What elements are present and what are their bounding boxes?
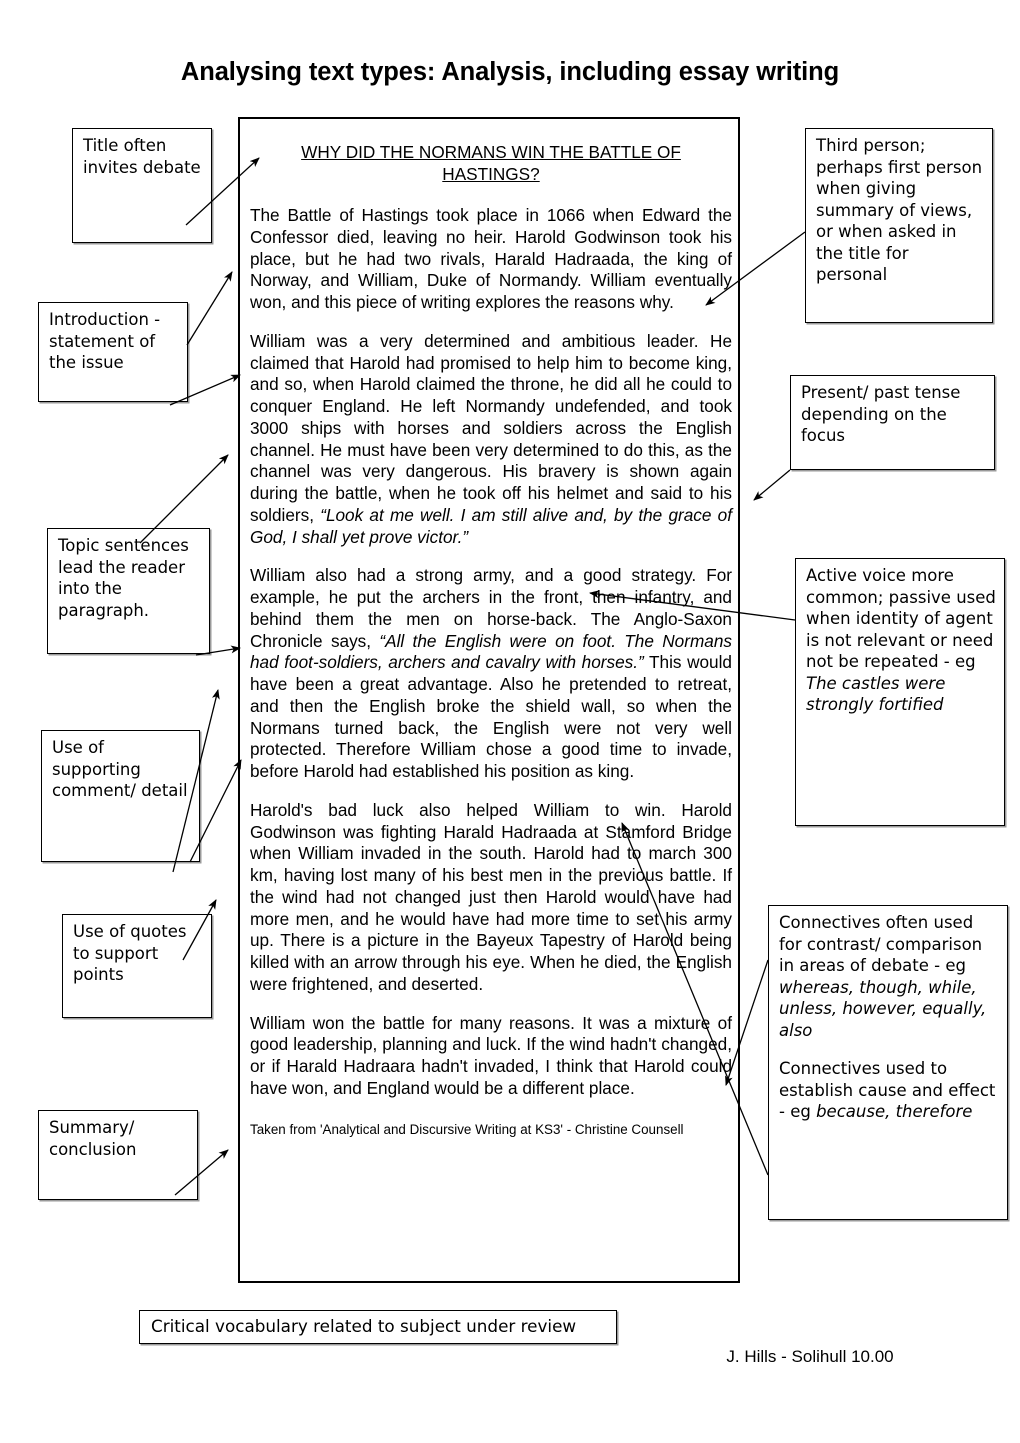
page-title: Analysing text types: Analysis, includin…	[180, 58, 840, 86]
essay-paragraph-3: William also had a strong army, and a go…	[250, 565, 732, 783]
callout-topic-sentences-text: Topic sentences lead the reader into the…	[58, 536, 189, 620]
callout-topic-sentences: Topic sentences lead the reader into the…	[47, 528, 210, 654]
essay-source-attribution: Taken from 'Analytical and Discursive Wr…	[250, 1121, 684, 1137]
callout-active-voice-example: The castles were strongly fortified	[806, 673, 946, 715]
callout-summary-conclusion: Summary/ conclusion	[38, 1110, 198, 1200]
callout-use-of-quotes: Use of quotes to support points	[62, 914, 212, 1018]
callout-active-voice-text: Active voice more common; passive used w…	[806, 566, 996, 672]
essay-sample-frame: WHY DID THE NORMANS WIN THE BATTLE OF HA…	[238, 117, 740, 1283]
callout-third-person: Third person; perhaps first person when …	[805, 128, 993, 323]
callout-connectives: Connectives often used for contrast/ com…	[768, 905, 1008, 1220]
callout-introduction-text: Introduction - statement of the issue	[49, 310, 161, 373]
callout-active-voice-paragraph: Active voice more common; passive used w…	[806, 565, 996, 716]
callout-tense: Present/ past tense depending on the foc…	[790, 375, 995, 470]
callout-tense-text: Present/ past tense depending on the foc…	[801, 383, 961, 446]
callout-connectives-contrast-text: Connectives often used for contrast/ com…	[779, 913, 983, 976]
essay-paragraph-4: Harold's bad luck also helped William to…	[250, 799, 732, 994]
footer-credit: J. Hills - Solihull 10.00	[726, 1347, 894, 1366]
callout-critical-vocabulary-text: Critical vocabulary related to subject u…	[151, 1316, 577, 1336]
essay-body: WHY DID THE NORMANS WIN THE BATTLE OF HA…	[250, 129, 732, 1138]
arrow-introduction-to-para1	[186, 271, 233, 346]
callout-connectives-cause-example: because, therefore	[816, 1102, 973, 1122]
arrow-tense-to-body	[753, 469, 791, 501]
essay-paragraph-2: William was a very determined and ambiti…	[250, 331, 732, 549]
document-page: Analysing text types: Analysis, includin…	[0, 0, 1020, 1443]
callout-use-of-quotes-text: Use of quotes to support points	[73, 922, 187, 985]
callout-title-invites-debate: Title often invites debate	[72, 128, 212, 243]
essay-paragraph-2-text: William was a very determined and ambiti…	[250, 330, 732, 525]
callout-supporting-detail-text: Use of supporting comment/ detail	[52, 738, 188, 801]
callout-connectives-cause: Connectives used to establish cause and …	[779, 1058, 999, 1123]
callout-introduction: Introduction - statement of the issue	[38, 302, 188, 402]
callout-critical-vocabulary: Critical vocabulary related to subject u…	[139, 1310, 617, 1344]
callout-active-voice: Active voice more common; passive used w…	[795, 558, 1005, 826]
callout-connectives-contrast-example: whereas, though, while, unless, however,…	[779, 977, 987, 1040]
callout-supporting-detail: Use of supporting comment/ detail	[41, 730, 200, 862]
callout-connectives-contrast: Connectives often used for contrast/ com…	[779, 912, 999, 1041]
essay-quote-1: “Look at me well. I am still alive and, …	[250, 504, 732, 547]
callout-summary-conclusion-text: Summary/ conclusion	[49, 1118, 137, 1159]
essay-paragraph-1: The Battle of Hastings took place in 106…	[250, 205, 732, 313]
essay-heading: WHY DID THE NORMANS WIN THE BATTLE OF HA…	[301, 142, 681, 185]
callout-third-person-text: Third person; perhaps first person when …	[816, 136, 983, 285]
callout-title-invites-debate-text: Title often invites debate	[83, 136, 201, 177]
essay-paragraph-5: William won the battle for many reasons.…	[250, 1012, 732, 1098]
